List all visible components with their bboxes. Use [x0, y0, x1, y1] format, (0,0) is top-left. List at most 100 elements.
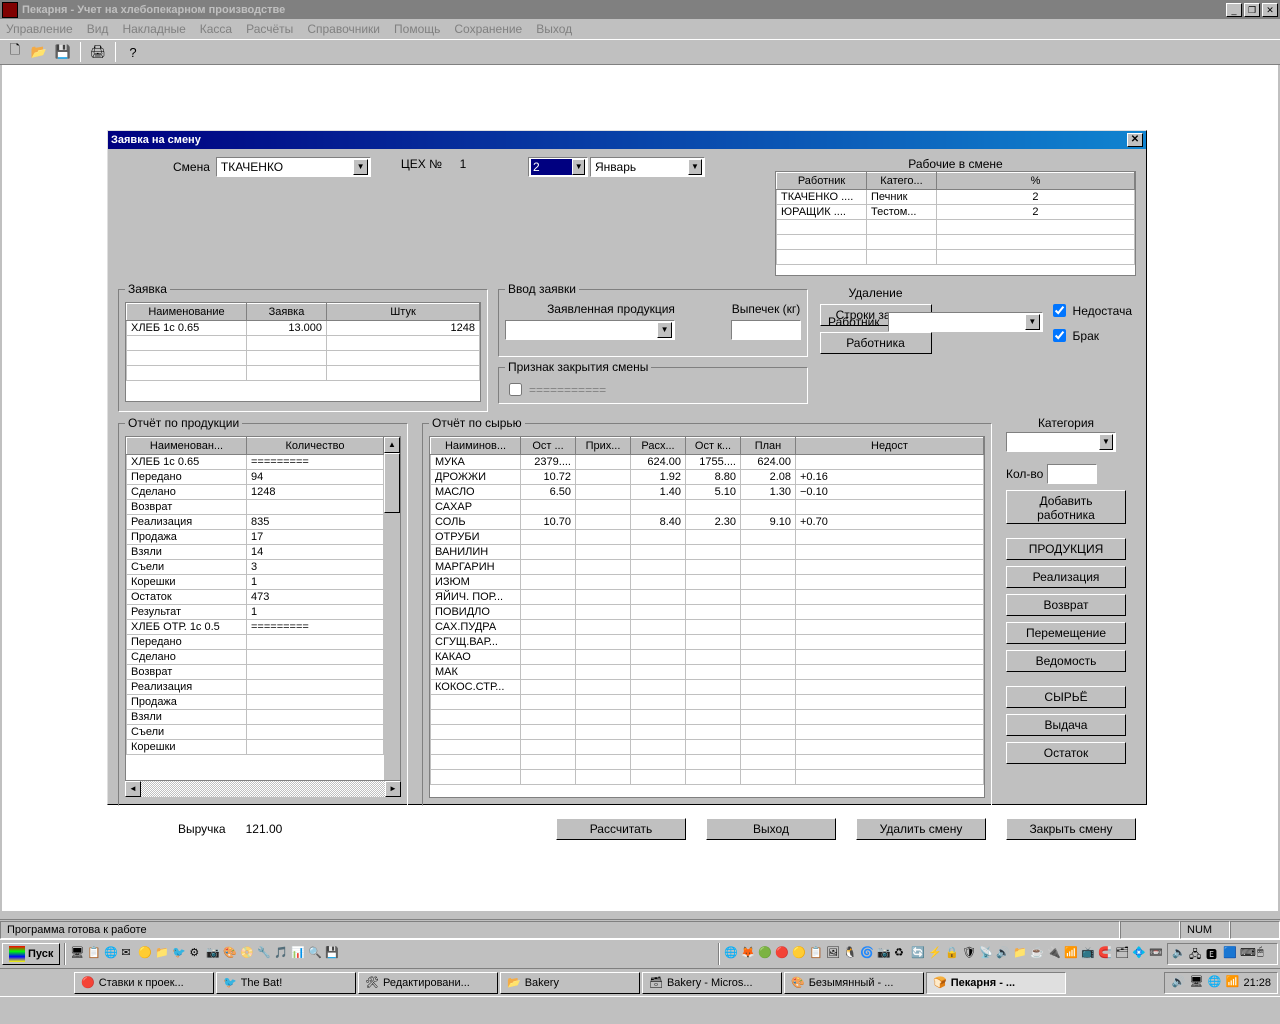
- table-row: ХЛЕБ 1с 0.6513.0001248: [127, 321, 480, 336]
- menu-item[interactable]: Справочники: [307, 22, 380, 36]
- declared-combo[interactable]: ▼: [505, 320, 675, 340]
- raw-report-table[interactable]: Наиминов...Ост ...Прих...Расх...Ост к...…: [430, 437, 984, 785]
- bakes-input[interactable]: [731, 320, 801, 340]
- table-row: МАРГАРИН: [431, 560, 984, 575]
- table-row: Сделано1248: [127, 485, 384, 500]
- status-text: Программа готова к работе: [0, 921, 1120, 939]
- task-button[interactable]: 🛠 Редактировани...: [358, 972, 498, 994]
- exit-button[interactable]: Выход: [706, 818, 836, 840]
- open-icon[interactable]: 📂: [28, 41, 50, 63]
- workers-table[interactable]: РаботникКатего...% ТКАЧЕНКО ....Печник2 …: [776, 172, 1135, 265]
- issue-button[interactable]: Выдача: [1006, 714, 1126, 736]
- task-button[interactable]: 🐦 The Bat!: [216, 972, 356, 994]
- table-row: Съели: [127, 725, 384, 740]
- task-button[interactable]: 🎨 Безымянный - ...: [784, 972, 924, 994]
- task-button[interactable]: 🗃 Bakery - Micros...: [642, 972, 782, 994]
- delete-worker-button[interactable]: Работника: [820, 332, 932, 354]
- products-button[interactable]: ПРОДУКЦИЯ: [1006, 538, 1126, 560]
- scrollbar[interactable]: ▲: [384, 437, 400, 780]
- table-row: Продажа: [127, 695, 384, 710]
- h-scrollbar[interactable]: ◄►: [125, 781, 401, 797]
- table-row: ЯЙИЧ. ПОР...: [431, 590, 984, 605]
- remain-button[interactable]: Остаток: [1006, 742, 1126, 764]
- shortage-checkbox[interactable]: [1053, 304, 1066, 317]
- start-button[interactable]: Пуск: [2, 943, 60, 965]
- menu-item[interactable]: Помощь: [394, 22, 440, 36]
- request-fieldset: Заявка НаименованиеЗаявкаШтук ХЛЕБ 1с 0.…: [118, 282, 488, 412]
- table-row: Корешки1: [127, 575, 384, 590]
- toolbar: 🗋 📂 💾 🖨 ?: [0, 39, 1280, 65]
- print-icon[interactable]: 🖨: [87, 41, 109, 63]
- task-button-active[interactable]: 🍞 Пекарня - ...: [926, 972, 1066, 994]
- menu-item[interactable]: Выход: [536, 22, 572, 36]
- dialog-title-text: Заявка на смену: [111, 134, 1127, 146]
- menu-item[interactable]: Касса: [200, 22, 232, 36]
- shift-request-dialog: Заявка на смену ✕ Смена ▼ ЦЕХ № 1 ▼ ▼ Ра…: [107, 130, 1147, 805]
- delete-label: Удаление: [818, 286, 933, 300]
- help-icon[interactable]: ?: [122, 41, 144, 63]
- calc-button[interactable]: Рассчитать: [556, 818, 686, 840]
- task-button[interactable]: 🔴 Ставки к проек...: [74, 972, 214, 994]
- worker-combo[interactable]: ▼: [888, 312, 1043, 332]
- dialog-close-button[interactable]: ✕: [1127, 133, 1143, 147]
- systray2[interactable]: 🔊🖥🌐📶 21:28: [1164, 972, 1278, 994]
- declared-label: Заявленная продукция: [505, 302, 717, 316]
- statusbar: Программа готова к работе NUM: [0, 919, 1280, 939]
- table-row: Взяли: [127, 710, 384, 725]
- tray-middle[interactable]: 🌐🦊🟢🔴🟡📋🖼🐧🌀📷♻🔄⚡🔒🛡📡🔊📁☕🔌📶📺🧲🗂💠📼: [724, 946, 1165, 962]
- table-row: ЮРАЩИК ....Тестом...2: [776, 205, 1134, 220]
- realize-button[interactable]: Реализация: [1006, 566, 1126, 588]
- category-combo[interactable]: ▼: [1006, 432, 1116, 452]
- product-report-table[interactable]: Наименован...Количество ХЛЕБ 1с 0.65====…: [126, 437, 384, 755]
- table-row: СОЛЬ10.708.402.309.10+0.70: [431, 515, 984, 530]
- restore-button[interactable]: ❐: [1244, 3, 1260, 17]
- dialog-titlebar: Заявка на смену ✕: [108, 131, 1146, 149]
- revenue-value: 121.00: [246, 822, 283, 836]
- table-row: Реализация835: [127, 515, 384, 530]
- delete-shift-button[interactable]: Удалить смену: [856, 818, 986, 840]
- table-row: ПОВИДЛО: [431, 605, 984, 620]
- app-title: Пекарня - Учет на хлебопекарном производ…: [22, 4, 1224, 16]
- new-icon[interactable]: 🗋: [4, 41, 26, 63]
- return-button[interactable]: Возврат: [1006, 594, 1126, 616]
- menu-item[interactable]: Управление: [6, 22, 73, 36]
- raw-report-fieldset: Отчёт по сырью Наиминов...Ост ...Прих...…: [422, 416, 992, 806]
- status-num: NUM: [1180, 921, 1230, 939]
- table-row: ХЛЕБ ОТР. 1с 0.5=========: [127, 620, 384, 635]
- workshop-num: 1: [448, 157, 478, 171]
- table-row: ВАНИЛИН: [431, 545, 984, 560]
- minimize-button[interactable]: _: [1226, 3, 1242, 17]
- table-row: Результат1: [127, 605, 384, 620]
- save-icon[interactable]: 💾: [52, 41, 74, 63]
- close-shift-button[interactable]: Закрыть смену: [1006, 818, 1136, 840]
- table-row: КАКАО: [431, 650, 984, 665]
- qty-input[interactable]: [1047, 464, 1097, 484]
- month-combo[interactable]: ▼: [590, 157, 705, 177]
- shift-label: Смена: [173, 160, 210, 174]
- raw-button[interactable]: СЫРЬЁ: [1006, 686, 1126, 708]
- table-row: ДРОЖЖИ10.721.928.802.08+0.16: [431, 470, 984, 485]
- table-row: ТКАЧЕНКО ....Печник2: [776, 190, 1134, 205]
- close-button[interactable]: ✕: [1262, 3, 1278, 17]
- systray[interactable]: 🔈🖧🅴🟦⌨🖱: [1167, 943, 1278, 965]
- menu-item[interactable]: Сохранение: [454, 22, 522, 36]
- day-combo[interactable]: ▼: [528, 157, 588, 177]
- defect-checkbox[interactable]: [1053, 329, 1066, 342]
- task-button[interactable]: 📂 Bakery: [500, 972, 640, 994]
- add-worker-button[interactable]: Добавить работника: [1006, 490, 1126, 524]
- statement-button[interactable]: Ведомость: [1006, 650, 1126, 672]
- table-row: Сделано: [127, 650, 384, 665]
- shift-combo[interactable]: ▼: [216, 157, 371, 177]
- move-button[interactable]: Перемещение: [1006, 622, 1126, 644]
- quicklaunch[interactable]: 🖥📋🌐✉🟡📁🐦⚙📷🎨📀🔧🎵📊🔍💾: [70, 946, 714, 962]
- close-sign-fieldset: Признак закрытия смены ===========: [498, 360, 808, 404]
- menu-item[interactable]: Вид: [87, 22, 109, 36]
- table-row: Передано: [127, 635, 384, 650]
- close-sign-checkbox[interactable]: [509, 383, 522, 396]
- table-row: МАК: [431, 665, 984, 680]
- menu-item[interactable]: Накладные: [122, 22, 185, 36]
- menu-item[interactable]: Расчёты: [246, 22, 293, 36]
- table-row: ХЛЕБ 1с 0.65=========: [127, 455, 384, 470]
- table-row: ИЗЮМ: [431, 575, 984, 590]
- request-table[interactable]: НаименованиеЗаявкаШтук ХЛЕБ 1с 0.6513.00…: [126, 303, 480, 381]
